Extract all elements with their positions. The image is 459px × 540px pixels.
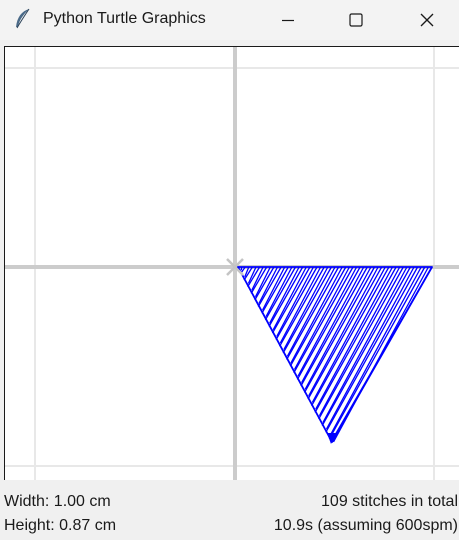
close-icon [420, 13, 434, 27]
minimize-icon [282, 19, 294, 22]
status-bar: Width: 1.00 cm Height: 0.87 cm 109 stitc… [0, 481, 459, 540]
title-bar[interactable]: Python Turtle Graphics [0, 0, 459, 40]
time-estimate: 10.9s (assuming 600spm) [273, 517, 458, 534]
maximize-button[interactable] [333, 0, 379, 40]
feather-icon [16, 8, 30, 29]
width-label: Width: 1.00 cm [4, 493, 111, 510]
maximize-icon [349, 13, 363, 27]
window-title: Python Turtle Graphics [43, 10, 206, 27]
stitch-hatching [237, 266, 433, 443]
stitch-line [297, 266, 358, 377]
height-label: Height: 0.87 cm [4, 517, 117, 534]
stitch-line [328, 266, 426, 440]
canvas-drawing [5, 47, 459, 480]
close-button[interactable] [404, 0, 450, 40]
stitch-count: 109 stitches in total [321, 493, 458, 510]
minimize-button[interactable] [265, 0, 311, 40]
turtle-canvas[interactable] [4, 46, 459, 480]
